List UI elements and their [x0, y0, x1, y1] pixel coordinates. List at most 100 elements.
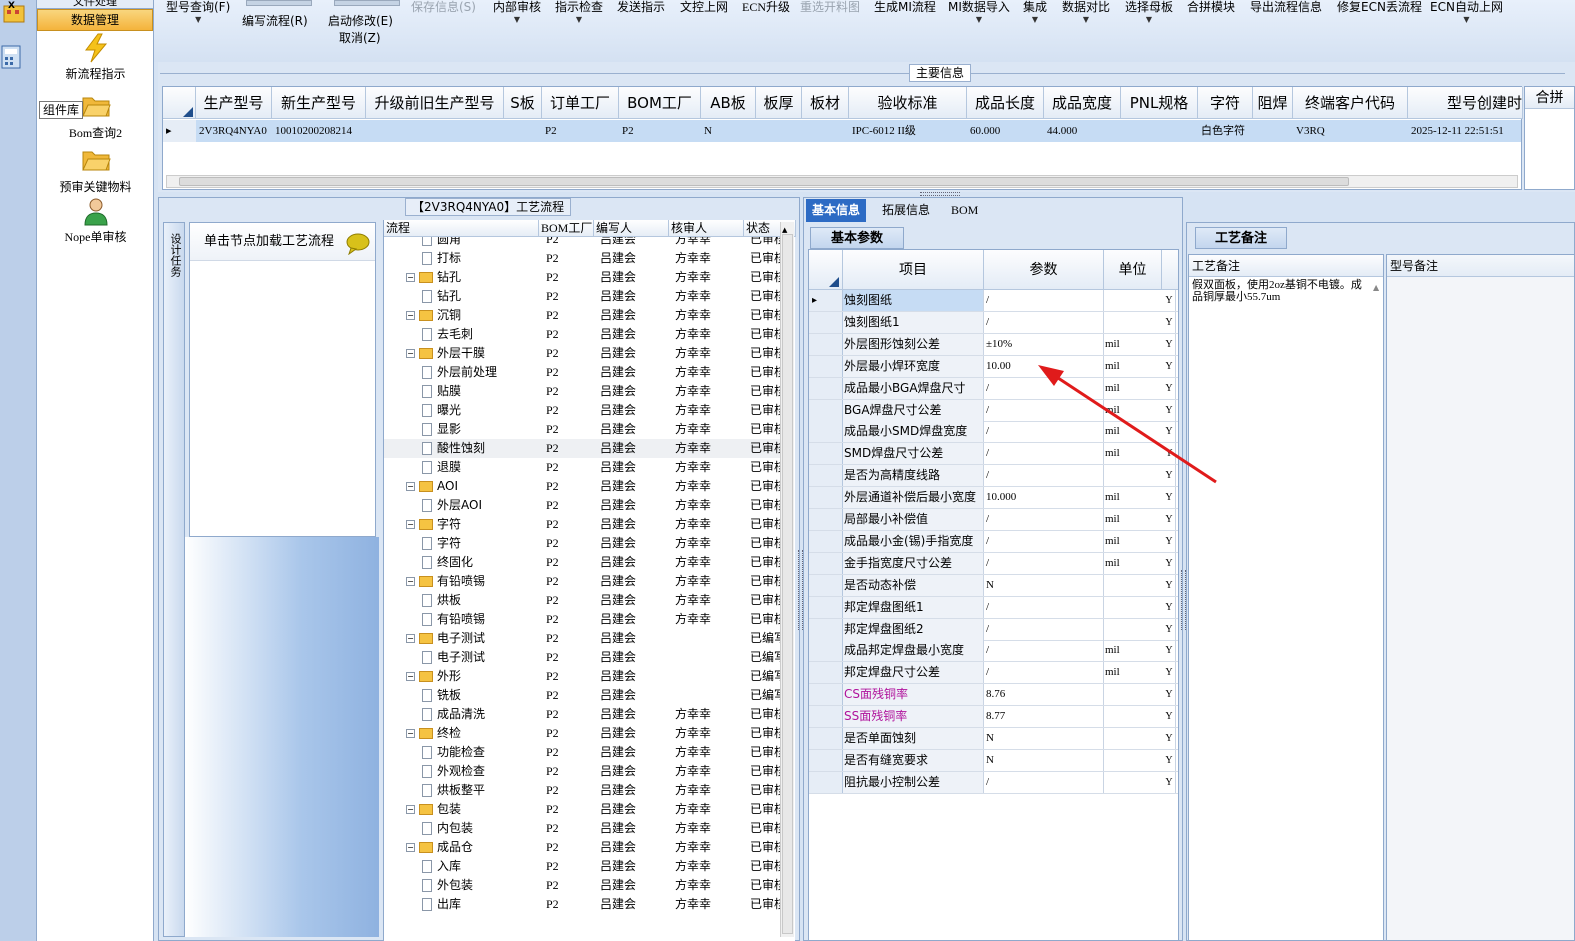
nav-item-nope-review[interactable]: Nope单审核	[37, 196, 154, 245]
tab-extended-info[interactable]: 拓展信息	[876, 199, 936, 222]
cell-character[interactable]: 白色字符	[1198, 120, 1253, 142]
params-column-header[interactable]: 参数	[984, 250, 1104, 290]
param-row[interactable]: 邦定焊盘图纸1/ Y	[809, 596, 1178, 619]
column-header[interactable]: 成品宽度	[1044, 87, 1121, 119]
tree-node[interactable]: 铣板	[422, 686, 539, 705]
column-header[interactable]: S板	[504, 87, 542, 119]
param-value[interactable]: ±10%	[984, 333, 1104, 355]
tree-row[interactable]: 电子测试 P2 吕建会 已编写	[384, 648, 781, 667]
param-row[interactable]: 邦定焊盘图纸2/ Y	[809, 618, 1178, 641]
nav-tab-file[interactable]: 文件处理	[37, 0, 153, 9]
tree-node[interactable]: − 包装	[406, 800, 539, 819]
cell-solder-mask[interactable]	[1253, 120, 1293, 142]
tree-row[interactable]: 钻孔 P2 吕建会 方幸幸 已审核	[384, 287, 781, 306]
toolbar-save-info[interactable]: 保存信息(S)	[411, 0, 476, 15]
collapse-toggle-icon[interactable]: −	[406, 311, 415, 320]
param-row[interactable]: 阻抗最小控制公差 / Y	[809, 771, 1178, 794]
tree-row[interactable]: − 终检 P2 吕建会 方幸幸 已审核	[384, 724, 781, 743]
tree-row[interactable]: 外层AOI P2 吕建会 方幸幸 已审核	[384, 496, 781, 515]
param-row[interactable]: 蚀刻图纸1/ Y	[809, 311, 1178, 334]
params-column-header[interactable]: 单位	[1104, 250, 1162, 290]
splitter-handle[interactable]	[798, 550, 803, 630]
tree-column-header[interactable]: 编写人	[594, 220, 669, 237]
toolbar-send-instruction[interactable]: 发送指示	[617, 0, 665, 15]
collapse-toggle-icon[interactable]: −	[406, 349, 415, 358]
column-header[interactable]: 新生产型号	[272, 87, 366, 119]
column-header[interactable]: 升级前旧生产型号	[366, 87, 504, 119]
tree-node[interactable]: − AOI	[406, 477, 539, 496]
param-value[interactable]: /	[984, 509, 1104, 530]
row-indicator[interactable]	[809, 640, 843, 662]
row-indicator[interactable]	[809, 618, 843, 640]
row-indicator[interactable]	[809, 377, 843, 399]
tab-bom[interactable]: BOM	[945, 199, 984, 222]
collapse-toggle-icon[interactable]: −	[406, 520, 415, 529]
row-indicator[interactable]	[809, 487, 843, 509]
collapse-toggle-icon[interactable]: −	[406, 729, 415, 738]
tree-node[interactable]: − 有铅喷锡	[406, 572, 539, 591]
load-hint-row[interactable]: 单击节点加载工艺流程	[190, 223, 375, 261]
tab-process-remarks[interactable]: 工艺备注	[1195, 227, 1287, 249]
nav-tab-data-management[interactable]: 数据管理	[37, 9, 153, 31]
row-indicator[interactable]	[809, 421, 843, 443]
tree-row[interactable]: 烘板 P2 吕建会 方幸幸 已审核	[384, 591, 781, 610]
process-remark-text[interactable]: 假双面板，使用2oz基铜不电镀。成品铜厚最小55.7um	[1189, 277, 1383, 303]
tree-node[interactable]: 功能检查	[422, 743, 539, 762]
tree-row[interactable]: 圆角 P2 吕建会 方幸幸 已审核	[384, 237, 781, 249]
scrollbar-thumb[interactable]	[179, 177, 1349, 186]
param-row[interactable]: CS面残铜率 8.76 Y	[809, 684, 1178, 707]
tree-node[interactable]: − 字符	[406, 515, 539, 534]
tree-row[interactable]: − 有铅喷锡 P2 吕建会 方幸幸 已审核	[384, 572, 781, 591]
tree-node[interactable]: 酸性蚀刻	[422, 439, 539, 458]
param-row[interactable]: 是否动态补偿 N Y	[809, 574, 1178, 597]
design-task-tab[interactable]: 设计任务	[163, 222, 185, 937]
toolbar-integrate[interactable]: 集成 ▼	[1023, 0, 1047, 24]
tree-node[interactable]: 去毛刺	[422, 325, 539, 344]
toolbar-write-process[interactable]: 编写流程(R)	[242, 12, 308, 29]
tree-node[interactable]: 字符	[422, 534, 539, 553]
tree-node[interactable]: 圆角	[422, 237, 539, 249]
row-indicator[interactable]	[809, 552, 843, 574]
column-header[interactable]: 订单工厂	[542, 87, 619, 119]
tree-node[interactable]: − 钻孔	[406, 268, 539, 287]
tab-basic-info[interactable]: 基本信息	[806, 199, 867, 222]
toolbar-fix-ecn-process[interactable]: 修复ECN丢流程	[1337, 0, 1422, 15]
toolbar-ecn-upgrade[interactable]: ECN升级	[742, 0, 790, 15]
toolbar-start-edit[interactable]: 启动修改(E)	[328, 12, 393, 29]
toolbar-data-compare[interactable]: 数据对比 ▼	[1062, 0, 1110, 24]
column-header[interactable]: 字符	[1198, 87, 1253, 119]
row-indicator[interactable]	[809, 355, 843, 377]
tab-basic-params[interactable]: 基本参数	[810, 227, 904, 249]
tree-row[interactable]: 外包装 P2 吕建会 方幸幸 已审核	[384, 876, 781, 895]
tree-node[interactable]: 烘板	[422, 591, 539, 610]
tree-node[interactable]: 内包装	[422, 819, 539, 838]
param-value[interactable]: 8.76	[984, 684, 1104, 706]
param-value[interactable]: /	[984, 640, 1104, 662]
collapse-toggle-icon[interactable]: −	[406, 672, 415, 681]
tree-node[interactable]: 外观检查	[422, 762, 539, 781]
nav-item-new-process[interactable]: 新流程指示	[37, 33, 154, 82]
toolbar-select-mother-board[interactable]: 选择母板 ▼	[1125, 0, 1173, 24]
tree-node[interactable]: − 成品仓	[406, 838, 539, 857]
tree-row[interactable]: 入库 P2 吕建会 方幸幸 已审核	[384, 857, 781, 876]
row-indicator[interactable]	[809, 749, 843, 771]
param-value[interactable]: /	[984, 552, 1104, 574]
param-value[interactable]: /	[984, 662, 1104, 684]
cell-s-board[interactable]	[504, 120, 542, 142]
splitter-handle[interactable]	[920, 192, 960, 196]
horizontal-scrollbar[interactable]	[166, 175, 1518, 188]
scroll-up-icon[interactable]: ▲	[782, 226, 787, 234]
toolbar-internal-review[interactable]: 内部审核 ▼	[493, 0, 541, 24]
column-header[interactable]: BOM工厂	[619, 87, 701, 119]
tree-row[interactable]: − 包装 P2 吕建会 方幸幸 已审核	[384, 800, 781, 819]
param-row[interactable]: 金手指宽度尺寸公差 / mil Y	[809, 552, 1178, 575]
column-header[interactable]: PNL规格	[1121, 87, 1198, 119]
params-column-header[interactable]: 项目	[843, 250, 984, 290]
tree-node[interactable]: 外层AOI	[422, 496, 539, 515]
column-header[interactable]: 成品长度	[967, 87, 1044, 119]
collapse-toggle-icon[interactable]: −	[406, 273, 415, 282]
row-indicator[interactable]: ▸	[163, 120, 196, 142]
tree-row[interactable]: 终固化 P2 吕建会 方幸幸 已审核	[384, 553, 781, 572]
row-indicator[interactable]	[809, 574, 843, 596]
tree-node[interactable]: 终固化	[422, 553, 539, 572]
